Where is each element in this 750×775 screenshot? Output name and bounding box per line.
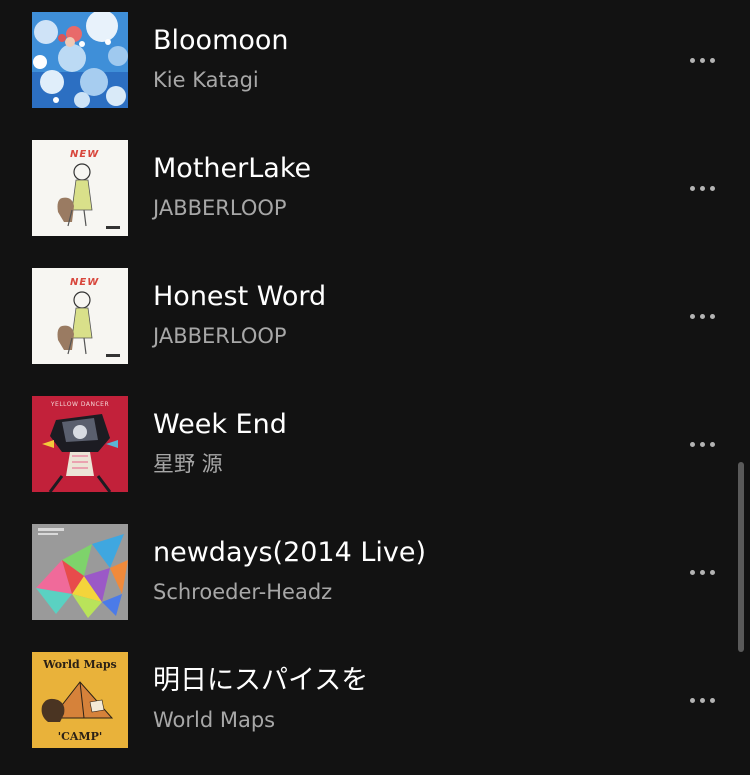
track-row[interactable]: NEW MotherLake JABBERLOOP bbox=[0, 128, 735, 256]
geometric-cover-icon bbox=[32, 524, 128, 620]
track-row[interactable]: newdays(2014 Live) Schroeder-Headz bbox=[0, 512, 735, 640]
track-row[interactable]: World Maps 'CAMP' 明日にスパイスを World Maps bbox=[0, 640, 735, 768]
cover-subtext: 'CAMP' bbox=[58, 730, 102, 743]
cover-text: NEW bbox=[70, 149, 99, 160]
track-artist[interactable]: JABBERLOOP bbox=[153, 194, 287, 222]
more-horizontal-icon bbox=[689, 441, 715, 447]
more-options-button[interactable] bbox=[680, 428, 724, 460]
yellow-dancer-cover-icon: YELLOW DANCER bbox=[32, 396, 128, 492]
track-title: newdays(2014 Live) bbox=[153, 537, 427, 568]
track-title: MotherLake bbox=[153, 153, 312, 184]
cover-text: World Maps bbox=[42, 658, 116, 671]
album-art-week-end: YELLOW DANCER bbox=[32, 396, 128, 492]
track-artist[interactable]: JABBERLOOP bbox=[153, 322, 287, 350]
more-options-button[interactable] bbox=[680, 44, 724, 76]
track-artist[interactable]: World Maps bbox=[153, 706, 275, 734]
more-horizontal-icon bbox=[689, 185, 715, 191]
album-art-honest-word: NEW bbox=[32, 268, 128, 364]
track-title: 明日にスパイスを bbox=[153, 665, 369, 696]
scrollbar[interactable] bbox=[738, 0, 744, 775]
album-art-newdays bbox=[32, 524, 128, 620]
more-options-button[interactable] bbox=[680, 556, 724, 588]
cover-text: NEW bbox=[70, 277, 99, 288]
bloomoon-cover-icon bbox=[32, 12, 128, 108]
more-options-button[interactable] bbox=[680, 300, 724, 332]
track-title: Honest Word bbox=[153, 281, 327, 312]
camp-cover-icon: World Maps 'CAMP' bbox=[32, 652, 128, 748]
track-artist[interactable]: 星野 源 bbox=[153, 450, 223, 478]
more-horizontal-icon bbox=[689, 569, 715, 575]
more-horizontal-icon bbox=[689, 57, 715, 63]
cover-text: YELLOW DANCER bbox=[50, 401, 109, 408]
track-artist[interactable]: Kie Katagi bbox=[153, 66, 259, 94]
album-art-bloomoon bbox=[32, 12, 128, 108]
track-artist[interactable]: Schroeder-Headz bbox=[153, 578, 332, 606]
track-row[interactable]: YELLOW DANCER Week End 星野 源 bbox=[0, 384, 735, 512]
track-title: Bloomoon bbox=[153, 25, 289, 56]
new-cover-icon: NEW bbox=[32, 140, 128, 236]
track-row[interactable]: NEW Honest Word JABBERLOOP bbox=[0, 256, 735, 384]
new-cover-icon: NEW bbox=[32, 268, 128, 364]
album-art-camp: World Maps 'CAMP' bbox=[32, 652, 128, 748]
track-title: Week End bbox=[153, 409, 287, 440]
more-horizontal-icon bbox=[689, 697, 715, 703]
more-options-button[interactable] bbox=[680, 684, 724, 716]
album-art-motherlake: NEW bbox=[32, 140, 128, 236]
scrollbar-thumb[interactable] bbox=[738, 462, 744, 652]
track-list: Bloomoon Kie Katagi NEW MotherLake JABBE… bbox=[0, 0, 750, 775]
more-options-button[interactable] bbox=[680, 172, 724, 204]
track-row[interactable]: Bloomoon Kie Katagi bbox=[0, 0, 735, 128]
more-horizontal-icon bbox=[689, 313, 715, 319]
